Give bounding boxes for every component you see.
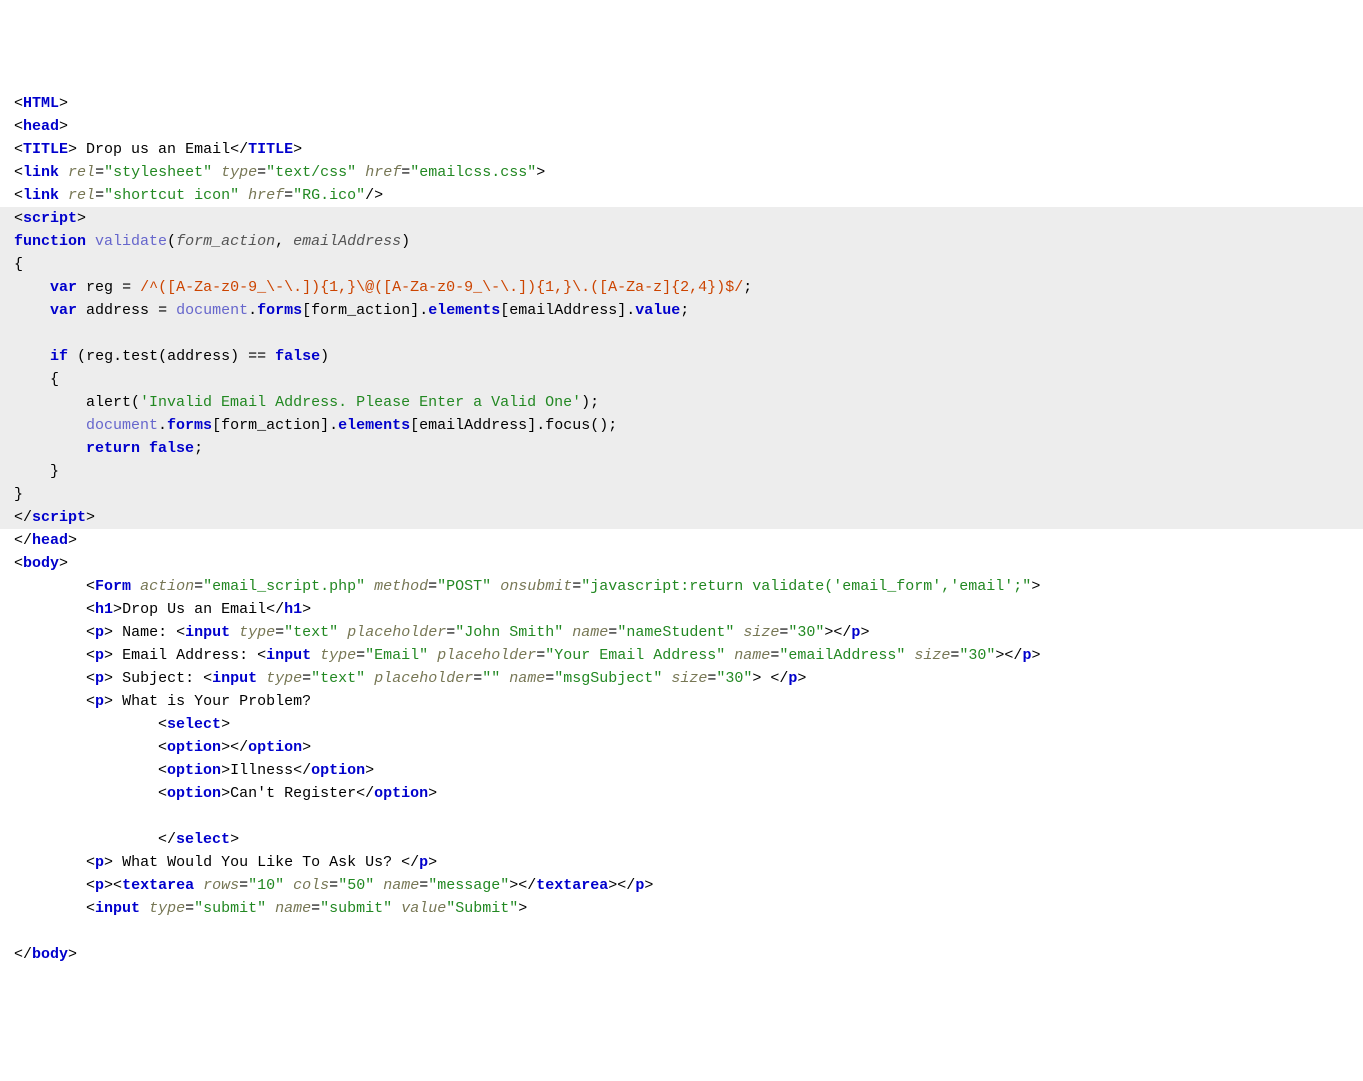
code-line: if (reg.test(address) == false) <box>14 348 329 365</box>
code-line: <option>Can't Register</option> <box>14 785 437 802</box>
code-line: { <box>14 256 23 273</box>
code-line: <body> <box>14 555 68 572</box>
code-line: <p> Subject: <input type="text" placehol… <box>14 670 806 687</box>
code-editor[interactable]: <HTML> <head> <TITLE> Drop us an Email</… <box>0 92 1363 966</box>
code-line: <h1>Drop Us an Email</h1> <box>14 601 311 618</box>
code-line: var address = document.forms[form_action… <box>14 302 689 319</box>
code-line: </script> <box>14 509 95 526</box>
code-line: </body> <box>14 946 77 963</box>
code-line: </head> <box>14 532 77 549</box>
code-line: <link rel="shortcut icon" href="RG.ico"/… <box>14 187 383 204</box>
code-line: <option></option> <box>14 739 311 756</box>
code-line: <p> What Would You Like To Ask Us? </p> <box>14 854 437 871</box>
code-line: } <box>14 463 59 480</box>
code-line: } <box>14 486 23 503</box>
code-line: <p> What is Your Problem? <box>14 693 311 710</box>
code-line: <option>Illness</option> <box>14 762 374 779</box>
code-line: return false; <box>14 440 203 457</box>
code-line: <HTML> <box>14 95 68 112</box>
code-line: <Form action="email_script.php" method="… <box>14 578 1040 595</box>
code-line: alert('Invalid Email Address. Please Ent… <box>14 394 599 411</box>
code-line: <p><textarea rows="10" cols="50" name="m… <box>14 877 653 894</box>
code-line: <TITLE> Drop us an Email</TITLE> <box>14 141 302 158</box>
code-line: <script> <box>14 210 86 227</box>
code-line: var reg = /^([A-Za-z0-9_\-\.]){1,}\@([A-… <box>14 279 752 296</box>
code-line: <p> Email Address: <input type="Email" p… <box>14 647 1040 664</box>
code-line: function validate(form_action, emailAddr… <box>14 233 410 250</box>
code-line: { <box>14 371 59 388</box>
code-line: <p> Name: <input type="text" placeholder… <box>14 624 869 641</box>
code-line: </select> <box>14 831 239 848</box>
code-line: <input type="submit" name="submit" value… <box>14 900 527 917</box>
code-line: document.forms[form_action].elements[ema… <box>14 417 617 434</box>
code-line: <select> <box>14 716 230 733</box>
code-line: <head> <box>14 118 68 135</box>
code-line: <link rel="stylesheet" type="text/css" h… <box>14 164 545 181</box>
